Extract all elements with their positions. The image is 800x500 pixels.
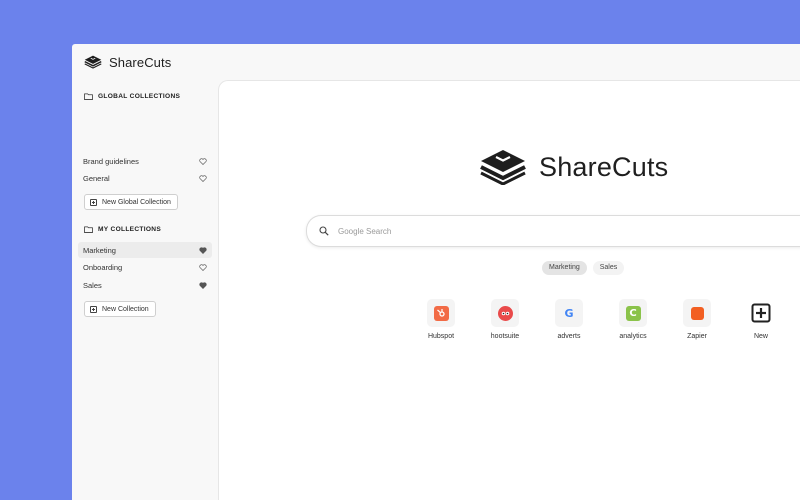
heart-outline-icon[interactable]: [199, 264, 207, 271]
add-box-icon: [90, 305, 97, 313]
global-collections-label: GLOBAL COLLECTIONS: [98, 93, 181, 100]
tab-sales[interactable]: Sales: [592, 261, 625, 275]
search-input[interactable]: [336, 225, 740, 237]
my-collections-label: MY COLLECTIONS: [98, 226, 162, 233]
brand-name: ShareCuts: [539, 151, 669, 182]
app-window: ShareCuts GLOBAL COLLECTIONS Brand guide…: [72, 44, 800, 500]
shortcut-adverts[interactable]: Gadverts: [537, 299, 601, 340]
top-bar: ShareCuts: [72, 44, 800, 80]
sidebar-item-marketing[interactable]: Marketing: [78, 242, 212, 258]
heart-outline-icon[interactable]: [199, 157, 207, 165]
sidebar-item-brand-guidelines[interactable]: Brand guidelines: [78, 153, 212, 169]
new-global-collection-label: New Global Collection: [102, 198, 171, 206]
shortcut-new[interactable]: New: [729, 299, 793, 340]
global-collections-header: GLOBAL COLLECTIONS: [84, 93, 180, 100]
folder-icon: [84, 226, 93, 233]
sidebar-item-sales[interactable]: Sales: [78, 277, 212, 293]
new-collection-button[interactable]: New Collection: [84, 301, 156, 317]
hubspot-icon[interactable]: [427, 299, 455, 327]
add-icon[interactable]: [747, 299, 775, 327]
shortcut-label: Zapier: [687, 333, 707, 340]
app-logo[interactable]: ShareCuts: [84, 54, 171, 70]
sidebar-item-label: Marketing: [83, 245, 116, 255]
shortcut-label: analytics: [619, 333, 647, 340]
sidebar-item-label: Onboarding: [83, 263, 123, 272]
shortcut-analytics[interactable]: Canalytics: [601, 299, 665, 340]
sidebar: GLOBAL COLLECTIONS Brand guidelines Gener…: [72, 80, 218, 500]
google-icon[interactable]: G: [555, 299, 583, 327]
add-box-icon: [90, 198, 97, 206]
shortcut-label: Hubspot: [427, 333, 455, 340]
zapier-icon[interactable]: [683, 299, 711, 327]
new-collection-label: New Collection: [102, 305, 149, 313]
shortcut-label: hootsuite: [490, 333, 520, 340]
app-name: ShareCuts: [109, 54, 172, 70]
collection-tabs: Marketing Sales: [542, 261, 630, 275]
sidebar-item-label: Brand guidelines: [83, 156, 139, 166]
shortcut-hubspot[interactable]: Hubspot: [409, 299, 473, 340]
brand-logo: ShareCuts: [479, 149, 668, 185]
shortcut-zapier[interactable]: Zapier: [665, 299, 729, 340]
search-bar[interactable]: [306, 215, 800, 247]
hootsuite-icon[interactable]: [491, 299, 519, 327]
sidebar-item-general[interactable]: General: [78, 171, 212, 187]
my-collections-header: MY COLLECTIONS: [84, 226, 161, 233]
sidebar-item-label: General: [83, 174, 110, 183]
sharecuts-logo-icon: [84, 55, 102, 69]
heart-outline-icon[interactable]: [199, 175, 207, 182]
main-panel: ShareCuts Marketing Sales Hubspot hootsuit…: [218, 80, 800, 500]
new-global-collection-button[interactable]: New Global Collection: [84, 194, 178, 210]
analytics-icon[interactable]: C: [619, 299, 647, 327]
heart-filled-icon[interactable]: [199, 281, 207, 289]
shortcut-hootsuite[interactable]: hootsuite: [473, 299, 537, 340]
sidebar-item-label: Sales: [83, 280, 102, 290]
shortcut-label: adverts: [557, 333, 581, 340]
sidebar-item-onboarding[interactable]: Onboarding: [78, 260, 212, 276]
search-icon: [319, 226, 329, 236]
shortcut-grid: Hubspot hootsuite Gadverts Canalytics Zapier…: [409, 299, 793, 340]
tab-marketing[interactable]: Marketing: [542, 261, 587, 275]
shortcut-label: New: [753, 333, 768, 340]
sharecuts-logo-icon: [480, 150, 526, 185]
folder-icon: [84, 93, 93, 100]
heart-filled-icon[interactable]: [199, 246, 207, 254]
